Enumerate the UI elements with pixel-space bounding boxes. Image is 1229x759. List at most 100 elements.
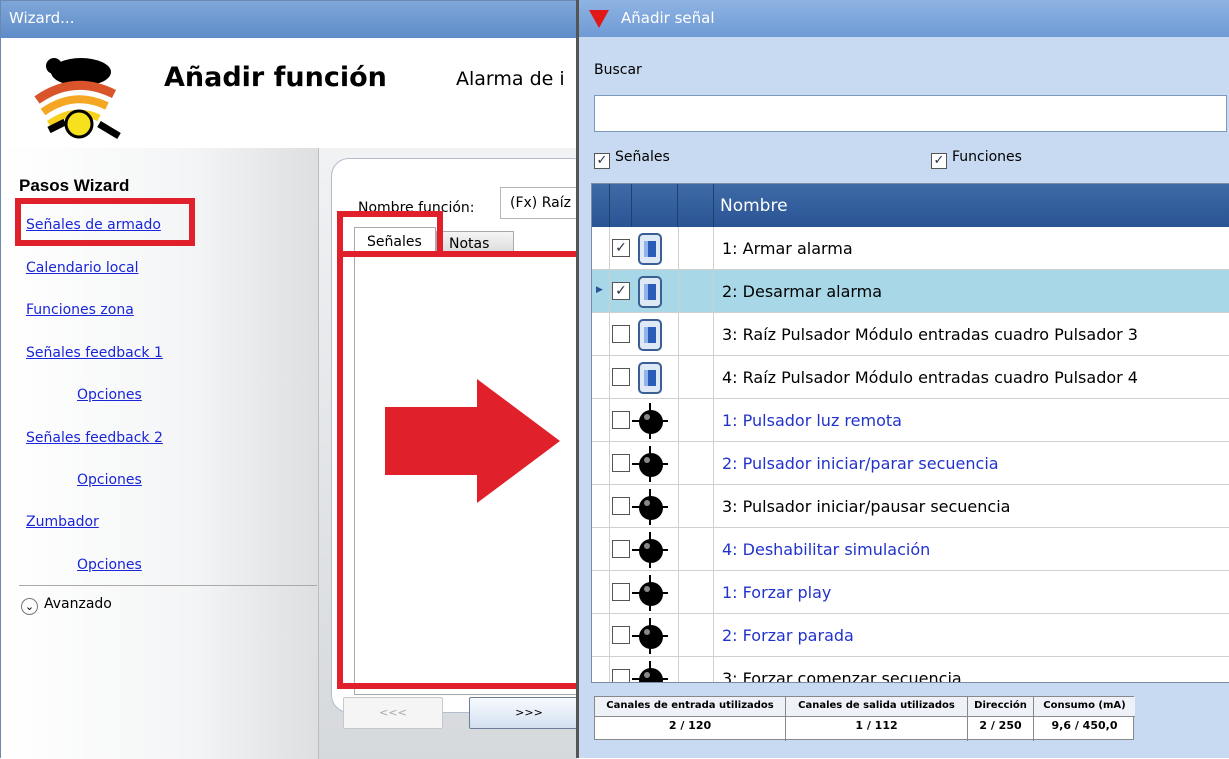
stat-consumption: Consumo (mA) 9,6 / 450,0 bbox=[1034, 697, 1135, 741]
function-node-icon bbox=[632, 575, 668, 611]
filter-functions-checkbox[interactable]: ✓ Funciones bbox=[931, 149, 1022, 169]
table-row[interactable]: 3: Raíz Pulsador Módulo entradas cuadro … bbox=[592, 313, 1229, 356]
row-checkbox[interactable]: ✓ bbox=[612, 282, 630, 300]
function-node-icon bbox=[632, 618, 668, 654]
next-button[interactable]: >>> bbox=[469, 697, 589, 729]
column-header-nombre[interactable]: Nombre bbox=[720, 196, 788, 216]
table-row[interactable]: 4: Deshabilitar simulación bbox=[592, 528, 1229, 571]
stat-label: Canales de salida utilizados bbox=[786, 697, 967, 717]
annotation-line-connector bbox=[437, 243, 577, 257]
step-calendario-local[interactable]: Calendario local bbox=[26, 260, 138, 276]
table-row[interactable]: ✓ 1: Armar alarma bbox=[592, 227, 1229, 270]
function-node-icon bbox=[632, 446, 668, 482]
row-indicator: ▶ bbox=[592, 270, 610, 313]
row-checkbox[interactable] bbox=[612, 454, 630, 472]
row-indicator bbox=[592, 571, 610, 614]
grid-header-cell bbox=[632, 184, 678, 227]
row-cell bbox=[678, 270, 714, 313]
grid-header-cell bbox=[678, 184, 714, 227]
row-indicator bbox=[592, 442, 610, 485]
signals-grid: Nombre ✓ 1: Armar alarma ▶ ✓ 2: Desarmar ala… bbox=[591, 183, 1229, 683]
filter-signals-checkbox[interactable]: ✓ Señales bbox=[594, 149, 670, 169]
stat-label: Dirección bbox=[968, 697, 1033, 717]
row-checkbox[interactable] bbox=[612, 669, 630, 682]
function-node-icon bbox=[632, 489, 668, 525]
row-cell bbox=[678, 227, 714, 270]
advanced-toggle[interactable]: ⌄ Avanzado bbox=[21, 596, 112, 615]
stat-input-channels: Canales de entrada utilizados 2 / 120 bbox=[595, 697, 786, 741]
filter-signals-label: Señales bbox=[615, 149, 670, 165]
function-node-icon bbox=[632, 532, 668, 568]
row-cell bbox=[678, 399, 714, 442]
row-checkbox[interactable] bbox=[612, 540, 630, 558]
row-name: 2: Forzar parada bbox=[722, 626, 854, 645]
stat-value: 9,6 / 450,0 bbox=[1051, 719, 1118, 732]
table-row[interactable]: 2: Forzar parada bbox=[592, 614, 1229, 657]
row-checkbox[interactable]: ✓ bbox=[612, 239, 630, 257]
stat-value: 2 / 250 bbox=[979, 719, 1022, 732]
table-row[interactable]: 3: Forzar comenzar secuencia bbox=[592, 657, 1229, 682]
dialog-title-bar: Añadir señal bbox=[579, 0, 1229, 37]
search-input[interactable] bbox=[594, 95, 1227, 132]
table-row[interactable]: ▶ ✓ 2: Desarmar alarma bbox=[592, 270, 1229, 313]
table-row[interactable]: 3: Pulsador iniciar/pausar secuencia bbox=[592, 485, 1229, 528]
dialog-triangle-icon bbox=[589, 10, 609, 28]
row-checkbox[interactable] bbox=[612, 626, 630, 644]
row-cell bbox=[678, 657, 714, 682]
row-indicator bbox=[592, 399, 610, 442]
grid-header-cell bbox=[610, 184, 632, 227]
checkbox-checked-icon: ✓ bbox=[931, 153, 947, 169]
row-name: 2: Pulsador iniciar/parar secuencia bbox=[722, 454, 999, 473]
row-checkbox[interactable] bbox=[612, 497, 630, 515]
row-name: 4: Deshabilitar simulación bbox=[722, 540, 931, 559]
step-senales-feedback-1[interactable]: Señales feedback 1 bbox=[26, 345, 163, 361]
table-row[interactable]: 1: Pulsador luz remota bbox=[592, 399, 1229, 442]
stat-value: 1 / 112 bbox=[855, 719, 898, 732]
step-opciones-2[interactable]: Opciones bbox=[77, 472, 142, 488]
row-name: 4: Raíz Pulsador Módulo entradas cuadro … bbox=[722, 368, 1138, 387]
row-cell bbox=[678, 485, 714, 528]
stat-output-channels: Canales de salida utilizados 1 / 112 bbox=[786, 697, 968, 741]
previous-button[interactable]: <<< bbox=[343, 697, 443, 729]
row-checkbox[interactable] bbox=[612, 411, 630, 429]
annotation-box-step bbox=[15, 198, 195, 246]
step-opciones-1[interactable]: Opciones bbox=[77, 387, 142, 403]
search-label: Buscar bbox=[594, 62, 642, 78]
chevron-down-icon: ⌄ bbox=[21, 598, 38, 615]
row-name: 3: Pulsador iniciar/pausar secuencia bbox=[722, 497, 1011, 516]
row-indicator bbox=[592, 485, 610, 528]
stat-value: 2 / 120 bbox=[668, 719, 712, 732]
row-checkbox[interactable] bbox=[612, 583, 630, 601]
table-row[interactable]: 4: Raíz Pulsador Módulo entradas cuadro … bbox=[592, 356, 1229, 399]
grid-header-cell bbox=[592, 184, 610, 227]
stat-label: Consumo (mA) bbox=[1034, 697, 1135, 717]
grid-header: Nombre bbox=[592, 184, 1229, 227]
step-senales-feedback-2[interactable]: Señales feedback 2 bbox=[26, 430, 163, 446]
add-signal-dialog: Añadir señal Buscar ✓ Señales ✓ Funciones … bbox=[576, 0, 1229, 758]
filter-functions-label: Funciones bbox=[952, 149, 1022, 165]
row-indicator bbox=[592, 614, 610, 657]
row-cell bbox=[678, 571, 714, 614]
row-indicator bbox=[592, 356, 610, 399]
input-module-icon bbox=[632, 317, 668, 353]
table-row[interactable]: 1: Forzar play bbox=[592, 571, 1229, 614]
function-node-icon bbox=[632, 403, 668, 439]
divider bbox=[19, 585, 317, 586]
row-checkbox[interactable] bbox=[612, 368, 630, 386]
row-checkbox[interactable] bbox=[612, 325, 630, 343]
page-subtitle: Alarma de i bbox=[456, 68, 565, 90]
steps-title: Pasos Wizard bbox=[19, 176, 130, 195]
step-zumbador[interactable]: Zumbador bbox=[26, 514, 99, 530]
step-opciones-3[interactable]: Opciones bbox=[77, 557, 142, 573]
checkbox-checked-icon: ✓ bbox=[594, 153, 610, 169]
annotation-arrow-icon bbox=[385, 379, 560, 503]
table-row[interactable]: 2: Pulsador iniciar/parar secuencia bbox=[592, 442, 1229, 485]
input-module-icon bbox=[632, 231, 668, 267]
row-indicator bbox=[592, 227, 610, 270]
wizard-logo-icon bbox=[34, 58, 121, 140]
stat-label: Canales de entrada utilizados bbox=[595, 697, 785, 717]
row-cell bbox=[678, 442, 714, 485]
row-cell bbox=[678, 528, 714, 571]
step-funciones-zona[interactable]: Funciones zona bbox=[26, 302, 134, 318]
stat-address: Dirección 2 / 250 bbox=[968, 697, 1034, 741]
